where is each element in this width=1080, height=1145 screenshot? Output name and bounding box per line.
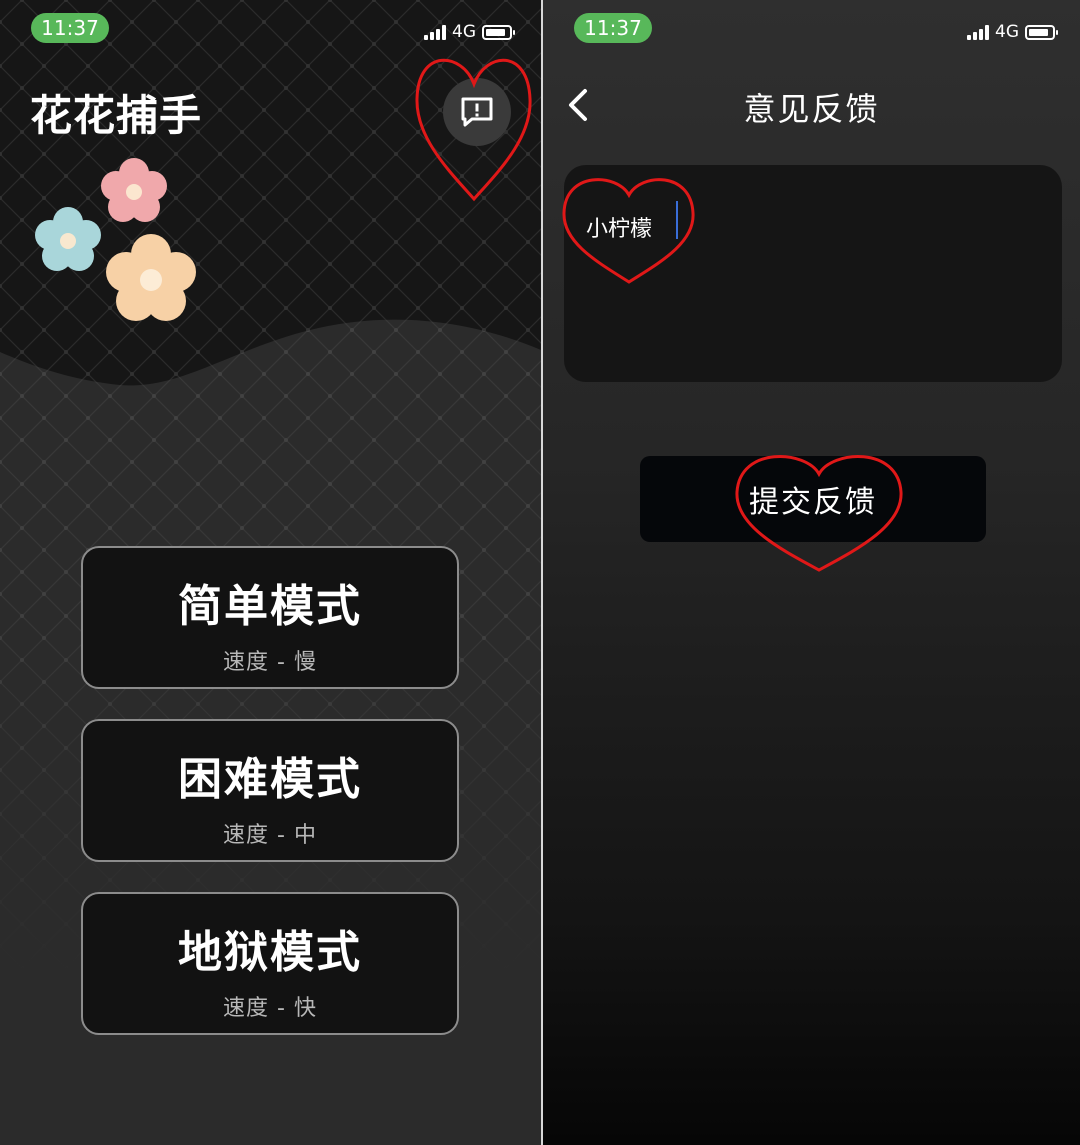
feedback-screen: 11:37 4G 意见反馈 小柠檬 提交反馈 [543, 0, 1080, 1145]
peach-flower-icon [106, 234, 196, 321]
mode-hard-button[interactable]: 困难模式 速度 - 中 [81, 719, 459, 862]
mode-speed: 速度 - 中 [223, 823, 317, 848]
mode-title: 地狱模式 [178, 927, 362, 978]
mode-title: 困难模式 [178, 754, 362, 805]
feedback-input-value: 小柠檬 [586, 217, 653, 242]
status-indicators: 4G [967, 22, 1058, 42]
feedback-textarea[interactable]: 小柠檬 [564, 165, 1062, 382]
mode-speed: 速度 - 快 [223, 996, 317, 1021]
battery-icon [1025, 24, 1058, 40]
text-cursor [676, 201, 678, 239]
network-label: 4G [995, 22, 1019, 42]
signal-icon [967, 24, 989, 40]
mode-speed: 速度 - 慢 [223, 650, 317, 675]
mode-easy-button[interactable]: 简单模式 速度 - 慢 [81, 546, 459, 689]
mode-title: 简单模式 [178, 581, 362, 632]
status-time: 11:37 [574, 13, 652, 43]
pink-flower-icon [101, 158, 167, 222]
page-title: 意见反馈 [743, 90, 880, 128]
blue-flower-icon [35, 207, 101, 271]
game-home-screen: 11:37 4G 花花捕手 简单模式 速度 - 慢 困难模式 速度 - 中 地狱… [0, 0, 541, 1145]
flowers-illustration [35, 158, 196, 321]
mode-hell-button[interactable]: 地狱模式 速度 - 快 [81, 892, 459, 1035]
submit-feedback-button[interactable]: 提交反馈 [640, 456, 986, 542]
